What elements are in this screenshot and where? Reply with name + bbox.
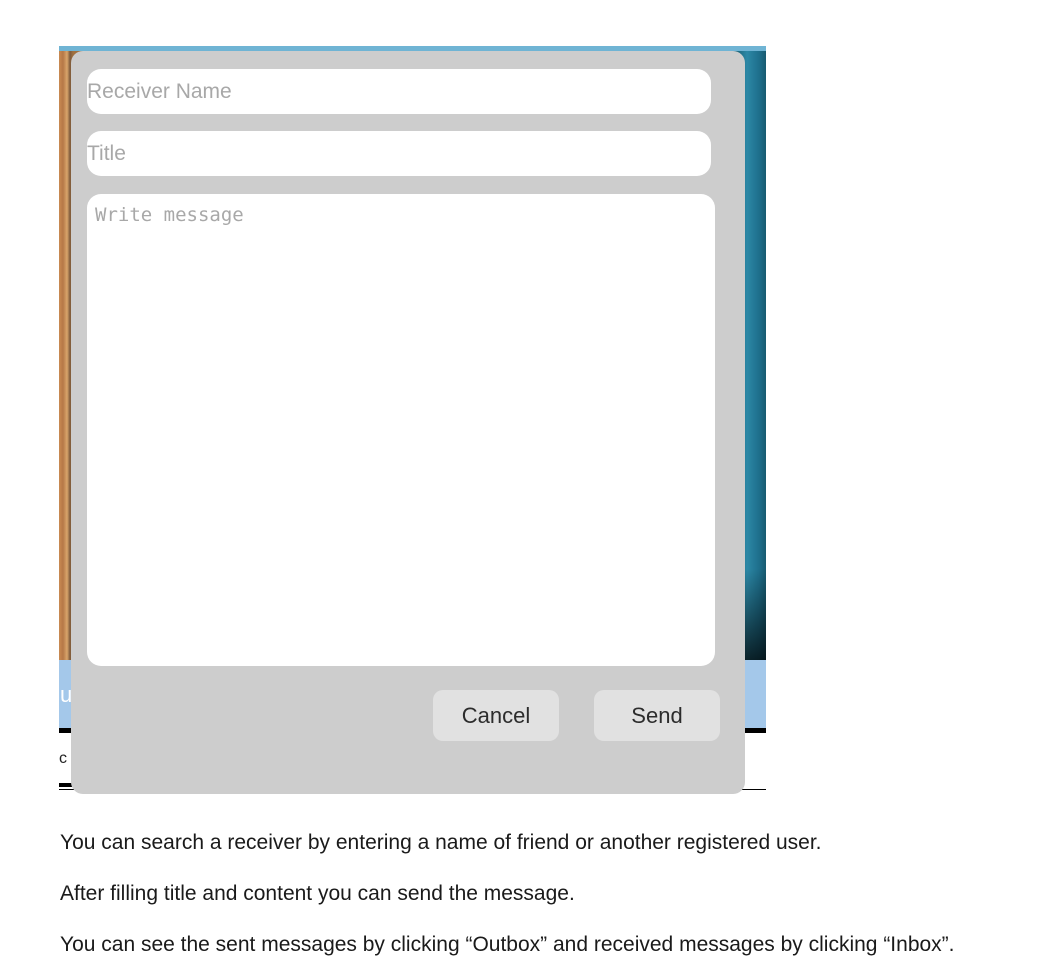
- cancel-button[interactable]: Cancel: [433, 690, 559, 741]
- message-textarea[interactable]: [87, 194, 715, 666]
- instruction-line-inbox-outbox: You can see the sent messages by clickin…: [60, 933, 955, 956]
- instruction-line-send: After filling title and content you can …: [60, 882, 575, 905]
- send-button[interactable]: Send: [594, 690, 720, 741]
- instruction-line-search: You can search a receiver by entering a …: [60, 831, 822, 854]
- background-below-text: c: [59, 750, 67, 767]
- receiver-name-input[interactable]: [87, 69, 711, 114]
- title-input[interactable]: [87, 131, 711, 176]
- compose-message-dialog: Cancel Send: [71, 51, 745, 794]
